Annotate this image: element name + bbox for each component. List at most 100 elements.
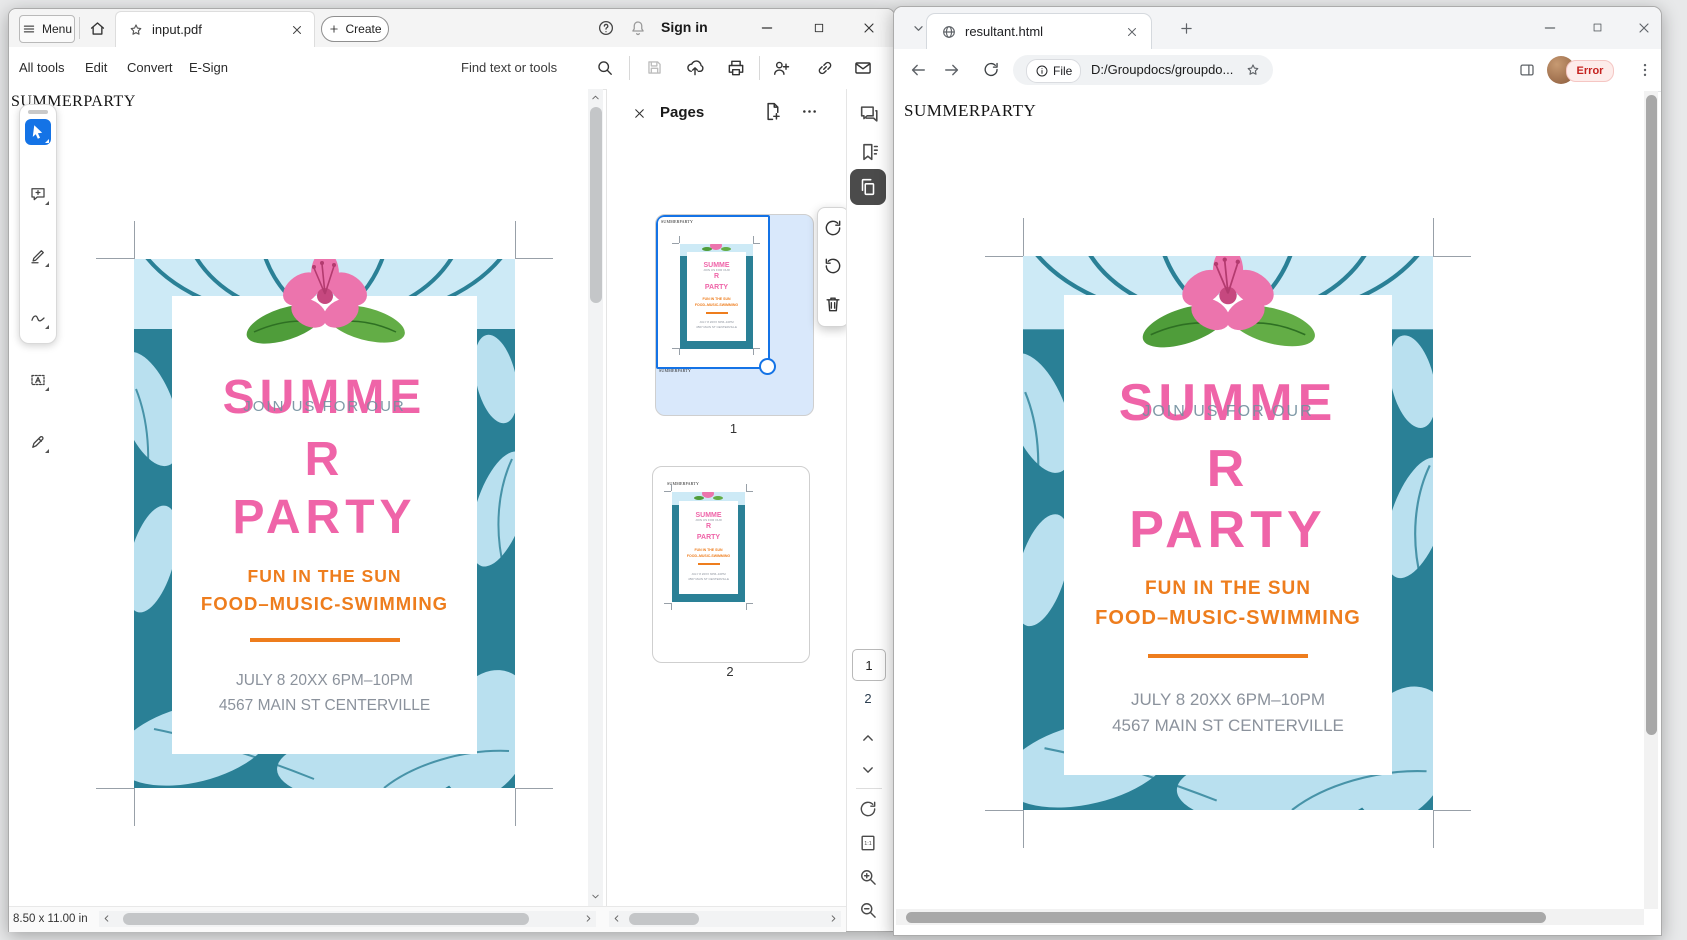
home-button[interactable] — [87, 18, 107, 38]
window-minimize-icon[interactable] — [759, 20, 775, 36]
sidebar-icon[interactable] — [1518, 61, 1536, 79]
mini-headline-mid: R — [687, 273, 746, 280]
draw-tool-button[interactable] — [25, 305, 51, 331]
info-icon[interactable] — [1035, 64, 1049, 78]
menu-edit[interactable]: Edit — [85, 60, 107, 75]
scrollbar-thumb[interactable] — [590, 107, 602, 303]
forward-icon[interactable] — [942, 60, 962, 80]
scrollbar-thumb[interactable] — [629, 913, 699, 925]
scheme-label: File — [1053, 64, 1072, 78]
new-tab-icon[interactable] — [1178, 20, 1195, 37]
url-text[interactable]: D:/Groupdocs/groupdo... — [1091, 62, 1233, 77]
flyer-divider-rule — [250, 638, 400, 642]
window-minimize-icon[interactable] — [1542, 20, 1558, 36]
panel-close-icon[interactable] — [632, 106, 647, 121]
fill-sign-tool-button[interactable] — [25, 429, 51, 455]
address-bar[interactable]: File D:/Groupdocs/groupdo... — [1013, 55, 1273, 85]
tab-close-icon[interactable] — [290, 23, 304, 37]
rotate-clockwise-icon[interactable] — [823, 218, 843, 238]
globe-favicon — [941, 24, 957, 40]
scrollbar-thumb[interactable] — [906, 912, 1546, 923]
profile-error-badge[interactable]: Error — [1566, 60, 1614, 82]
page-1-thumbnail-card[interactable]: SUMMERPARTY SUMME JOIN US FOR OUR R PART… — [655, 214, 814, 416]
drag-handle[interactable] — [28, 110, 48, 114]
browser-tabbar: resultant.html — [894, 7, 1661, 50]
find-tools-label[interactable]: Find text or tools — [461, 60, 557, 75]
page-2-thumbnail-card[interactable]: SUMMERPARTY SUMME JOIN US FOR OUR R PART… — [652, 466, 810, 663]
highlight-tool-button[interactable] — [25, 243, 51, 269]
scrollbar-thumb[interactable] — [123, 913, 529, 925]
organize-pages-button-active[interactable] — [850, 169, 886, 205]
window-close-icon[interactable] — [1636, 20, 1652, 36]
window-maximize-icon[interactable] — [811, 20, 827, 36]
browser-menu-icon[interactable] — [1636, 61, 1654, 79]
selection-resize-handle[interactable] — [759, 358, 776, 375]
bookmarks-icon[interactable] — [858, 141, 880, 163]
tab-search-icon[interactable] — [910, 20, 927, 37]
scroll-right-icon[interactable] — [582, 912, 595, 925]
cloud-upload-icon[interactable] — [685, 58, 705, 78]
reload-icon[interactable] — [982, 60, 1001, 79]
scroll-down-icon[interactable] — [589, 890, 602, 903]
mini-tagline1: FUN IN THE SUN — [679, 548, 738, 552]
comments-icon[interactable] — [858, 103, 880, 125]
rotate-counterclockwise-icon[interactable] — [823, 256, 843, 276]
window-close-icon[interactable] — [861, 20, 877, 36]
page-actions-popup — [817, 207, 849, 327]
window-maximize-icon[interactable] — [1590, 20, 1605, 35]
document-vertical-scrollbar[interactable] — [588, 89, 603, 906]
star-icon[interactable] — [128, 22, 144, 38]
page-1-selection[interactable]: SUMMERPARTY SUMME JOIN US FOR OUR R PART… — [656, 215, 770, 369]
zoom-in-icon[interactable] — [858, 867, 878, 887]
link-icon[interactable] — [815, 58, 835, 78]
document-area: SUMMERPARTY SUMME JOIN US FOR OUR R PART… — [9, 89, 588, 906]
menu-esign[interactable]: E-Sign — [189, 60, 228, 75]
browser-vertical-scrollbar[interactable] — [1644, 91, 1658, 909]
zoom-out-icon[interactable] — [858, 900, 878, 920]
scroll-up-icon[interactable] — [589, 91, 602, 104]
back-icon[interactable] — [908, 60, 928, 80]
flyer-divider-rule — [1148, 654, 1308, 658]
browser-horizontal-scrollbar[interactable] — [896, 909, 1644, 925]
text-select-tool-button[interactable] — [25, 367, 51, 393]
document-tab[interactable]: input.pdf — [115, 11, 315, 48]
email-icon[interactable] — [853, 58, 873, 78]
add-comment-tool-button[interactable] — [25, 181, 51, 207]
insert-page-icon[interactable] — [762, 101, 783, 122]
refresh-icon[interactable] — [858, 799, 878, 819]
more-options-icon[interactable] — [800, 102, 819, 121]
print-icon[interactable] — [726, 58, 746, 78]
flyer-address: 4567 MAIN ST CENTERVILLE — [172, 697, 477, 715]
flyer-kicker: JOIN US FOR OUR — [1064, 403, 1392, 421]
select-tool-button[interactable] — [25, 119, 51, 145]
actual-size-icon[interactable] — [858, 833, 878, 853]
help-icon[interactable] — [597, 19, 615, 37]
search-icon[interactable] — [595, 58, 614, 77]
browser-tab[interactable]: resultant.html — [926, 13, 1152, 50]
squiggle-icon — [29, 309, 47, 327]
sign-in-button[interactable]: Sign in — [661, 19, 708, 35]
file-scheme-chip[interactable]: File — [1026, 59, 1081, 83]
delete-page-icon[interactable] — [823, 294, 843, 314]
mini-tagline2: FOOD–MUSIC-SWIMMING — [687, 303, 746, 307]
bookmark-star-icon[interactable] — [1245, 62, 1261, 78]
bell-icon[interactable] — [629, 19, 647, 37]
create-button[interactable]: Create — [321, 16, 389, 42]
scroll-right-icon[interactable] — [827, 912, 840, 925]
next-page-icon[interactable] — [858, 760, 878, 780]
tab-close-icon[interactable] — [1125, 25, 1139, 39]
menu-all-tools[interactable]: All tools — [19, 60, 65, 75]
flyer-address: 4567 MAIN ST CENTERVILLE — [1064, 716, 1392, 736]
previous-page-icon[interactable] — [858, 728, 878, 748]
scroll-left-icon[interactable] — [100, 912, 113, 925]
next-page-number[interactable]: 2 — [852, 691, 884, 706]
scrollbar-thumb[interactable] — [1646, 95, 1657, 735]
request-signature-icon[interactable] — [771, 58, 791, 78]
acrobat-menu-button[interactable]: Menu — [19, 15, 75, 43]
current-page-box[interactable]: 1 — [852, 649, 886, 681]
document-horizontal-scrollbar[interactable] — [99, 911, 596, 927]
mini-flyer: SUMME JOIN US FOR OUR R PARTY FUN IN THE… — [680, 244, 753, 349]
menu-convert[interactable]: Convert — [127, 60, 173, 75]
panel-horizontal-scrollbar[interactable] — [609, 911, 841, 927]
scroll-left-icon[interactable] — [610, 912, 623, 925]
